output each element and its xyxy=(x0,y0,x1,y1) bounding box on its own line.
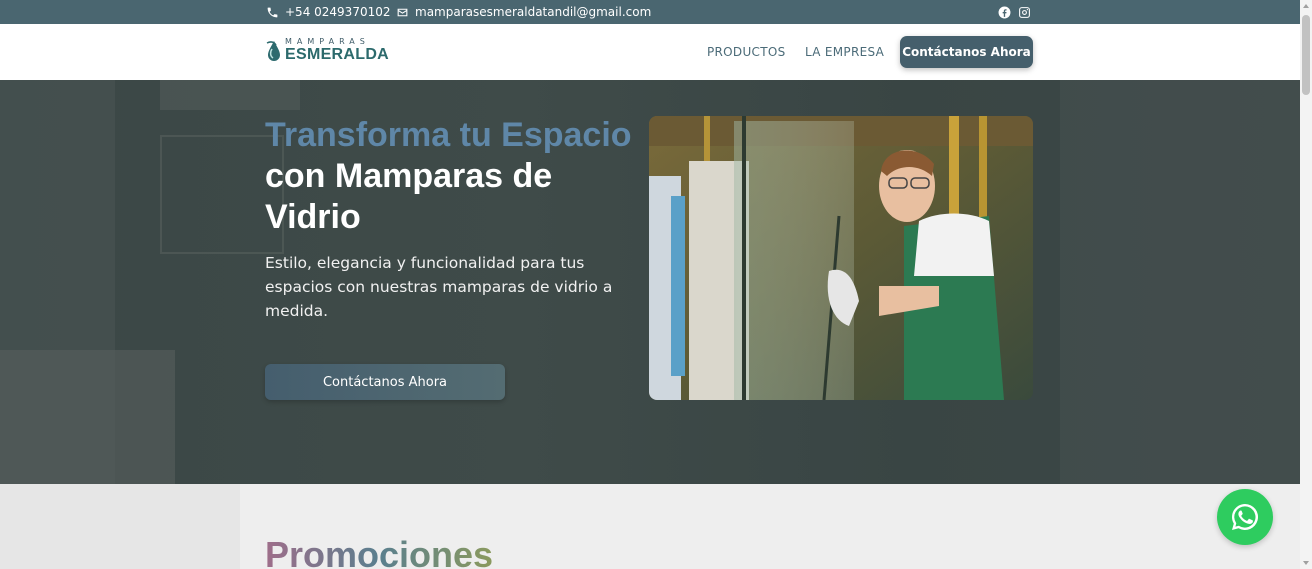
brand-logo[interactable]: MAMPARAS ESMERALDA xyxy=(265,37,389,67)
hero-subtitle: Estilo, elegancia y funcionalidad para t… xyxy=(265,254,613,320)
phone-text: +54 0249370102 xyxy=(285,5,391,19)
bg-shelf xyxy=(160,80,300,110)
scroll-down-icon[interactable] xyxy=(1302,559,1310,567)
nav-link-la-empresa[interactable]: LA EMPRESA xyxy=(805,45,884,59)
phone-contact[interactable]: +54 0249370102 xyxy=(266,0,391,24)
page-scrollbar[interactable] xyxy=(1300,0,1312,569)
phone-icon xyxy=(267,7,278,17)
facebook-link[interactable] xyxy=(998,0,1011,24)
hero-title-accent: Transforma tu Espacio xyxy=(265,116,632,154)
nav-link-productos[interactable]: PRODUCTOS xyxy=(707,45,786,59)
instagram-icon xyxy=(1019,6,1030,18)
logo-brand-text: ESMERALDA xyxy=(285,46,390,63)
hero-title-rest: con Mamparas de Vidrio xyxy=(265,157,553,236)
scroll-up-icon[interactable] xyxy=(1302,2,1310,10)
bg-shower-glass xyxy=(1060,80,1300,484)
main-nav: MAMPARAS ESMERALDA PRODUCTOS LA EMPRESA … xyxy=(0,24,1300,80)
scroll-thumb[interactable] xyxy=(1302,15,1310,95)
whatsapp-button[interactable] xyxy=(1217,489,1273,545)
email-text: mamparasesmeraldatandil@gmail.com xyxy=(415,5,652,19)
promotions-section: Promociones xyxy=(0,484,1300,569)
nav-contact-button[interactable]: Contáctanos Ahora xyxy=(900,36,1033,68)
hero-section: Transforma tu Espacio con Mamparas de Vi… xyxy=(0,80,1300,484)
top-bar: +54 0249370102 mamparasesmeraldatandil@g… xyxy=(0,0,1300,24)
instagram-link[interactable] xyxy=(1018,0,1031,24)
facebook-icon xyxy=(998,6,1011,18)
hero-contact-button[interactable]: Contáctanos Ahora xyxy=(265,364,505,400)
email-contact[interactable]: mamparasesmeraldatandil@gmail.com xyxy=(396,0,651,24)
whatsapp-icon xyxy=(1232,503,1259,530)
hero-title: Transforma tu Espacio con Mamparas de Vi… xyxy=(265,115,645,238)
mail-icon xyxy=(397,8,408,16)
hero-image xyxy=(649,116,1033,400)
bg-fade-panel xyxy=(0,484,240,569)
promotions-title: Promociones xyxy=(265,534,493,569)
bg-vanity xyxy=(0,350,175,484)
logo-top-text: MAMPARAS xyxy=(285,37,370,46)
